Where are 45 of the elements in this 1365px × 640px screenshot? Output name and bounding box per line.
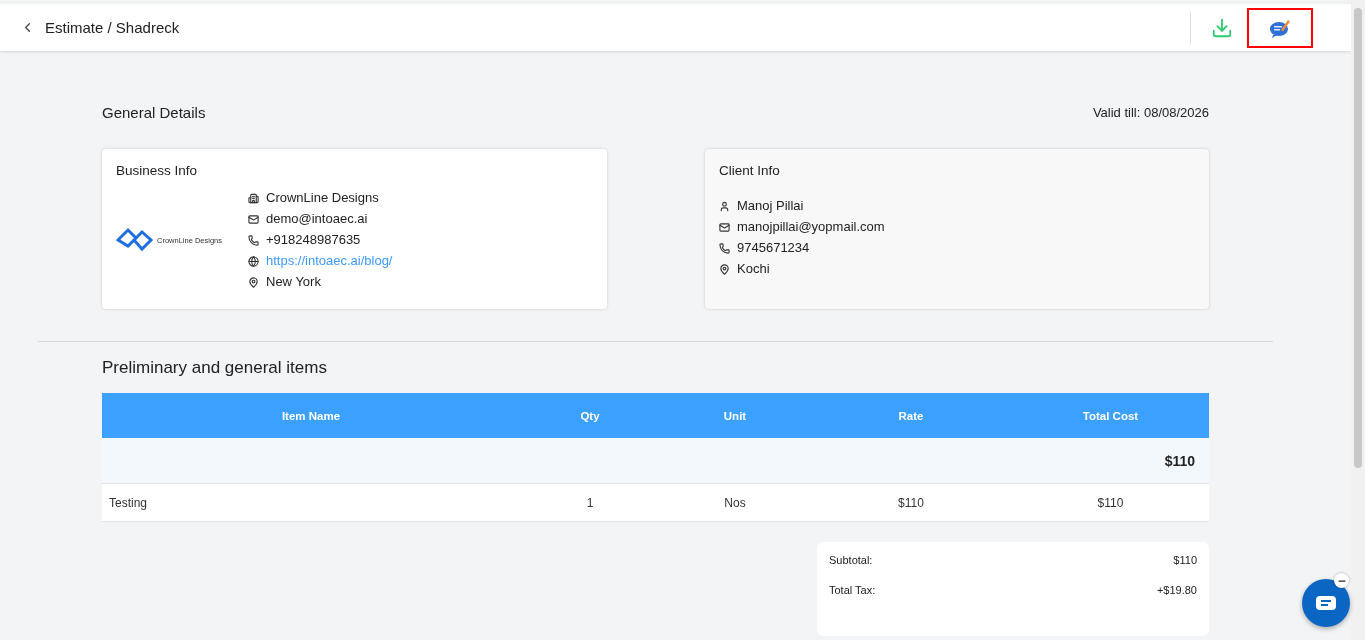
message-icon (1316, 596, 1336, 610)
phone-icon (248, 234, 259, 246)
chat-pencil-icon (1269, 17, 1291, 38)
column-header: Qty (520, 393, 660, 438)
globe-icon (248, 255, 259, 267)
column-header: Unit (660, 393, 810, 438)
location-icon (248, 276, 259, 288)
mail-icon (248, 213, 259, 225)
column-header: Item Name (102, 393, 520, 438)
minimize-button[interactable] (1334, 573, 1349, 588)
mail-icon (719, 221, 730, 233)
table-cell: 1 (520, 484, 660, 522)
total-label: Total Tax: (829, 584, 876, 596)
phone-icon (719, 242, 730, 254)
info-text: Kochi (737, 261, 770, 277)
info-text: New York (266, 274, 321, 290)
info-text: CrownLine Designs (266, 190, 379, 206)
info-text: 9745671234 (737, 240, 810, 256)
column-header: Rate (810, 393, 1012, 438)
table-cell: $110 (810, 484, 1012, 522)
info-text: demo@intoaec.ai (266, 211, 368, 227)
total-label: Subtotal: (829, 554, 873, 566)
table-cell: Nos (660, 484, 810, 522)
user-icon (719, 200, 730, 212)
card-title: Business Info (116, 163, 199, 178)
section-title: General Details (102, 104, 206, 121)
info-text: Manoj Pillai (737, 198, 804, 214)
breadcrumb: Estimate / Shadreck (45, 19, 180, 36)
section-title: Preliminary and general items (102, 358, 328, 378)
location-icon (719, 263, 730, 275)
card-title: Client Info (719, 163, 781, 178)
info-text: manojpillai@yopmail.com (737, 219, 885, 235)
valid-till-text: Valid till: 08/08/2026 (1092, 105, 1209, 120)
edit-chat-button[interactable] (1247, 7, 1313, 48)
chat-button[interactable] (1302, 579, 1350, 627)
group-total: $110 (102, 438, 1209, 484)
column-header: Total Cost (1012, 393, 1209, 438)
table-cell: $110 (1012, 484, 1209, 522)
info-text: +918248987635 (266, 232, 361, 248)
total-value: $110 (1173, 554, 1197, 566)
table-cell: Testing (102, 484, 520, 522)
download-icon (1211, 16, 1233, 39)
total-value: +$19.80 (1156, 584, 1197, 596)
building-icon (248, 192, 259, 204)
website-link[interactable]: https://intoaec.ai/blog/ (266, 253, 393, 269)
